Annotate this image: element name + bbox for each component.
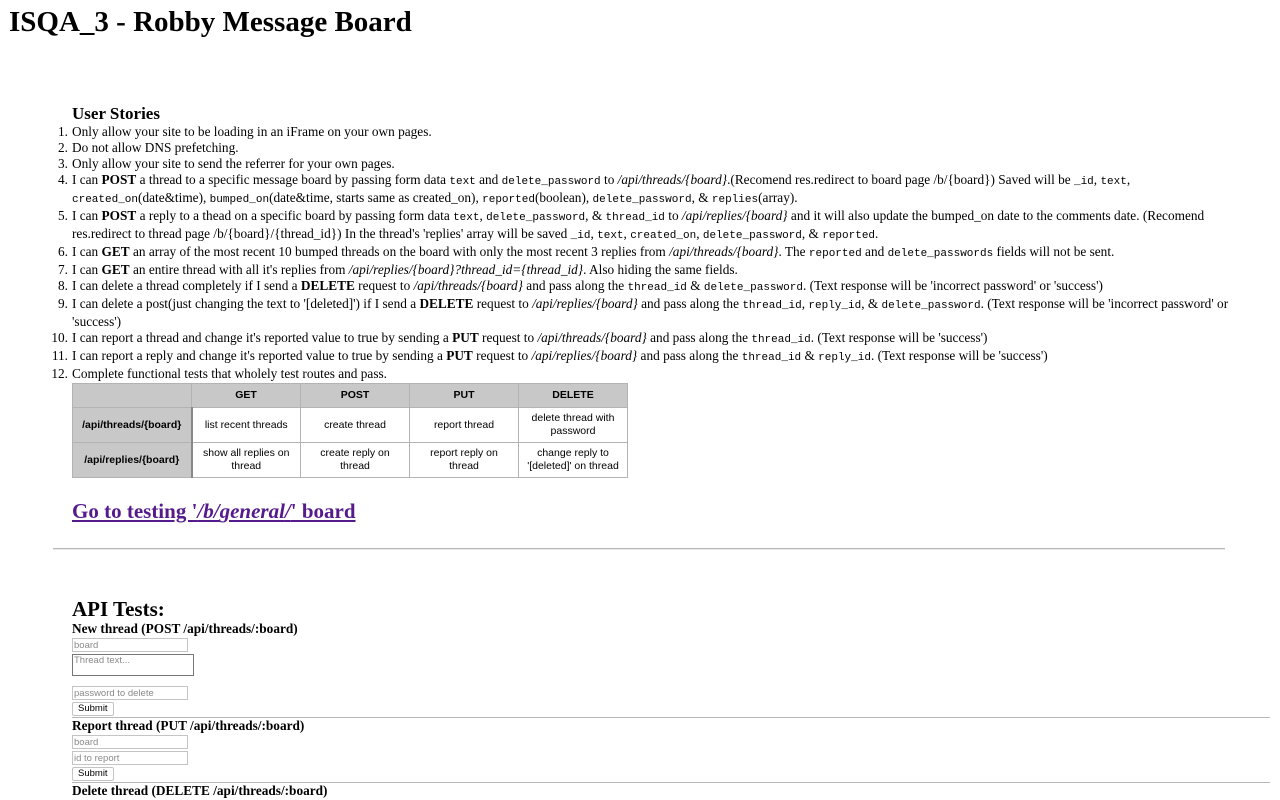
- report-thread-submit-button[interactable]: Submit: [72, 767, 114, 781]
- routes-table: GET POST PUT DELETE /api/threads/{board}…: [72, 383, 628, 478]
- routes-header-get: GET: [191, 383, 301, 408]
- route-delete-cell: delete thread with password: [518, 407, 628, 443]
- story-item: Do not allow DNS prefetching.: [38, 140, 239, 156]
- section-divider: [53, 548, 1225, 550]
- api-tests-section: API Tests: New thread (POST /api/threads…: [72, 597, 1280, 798]
- story-item: I can report a thread and change it's re…: [38, 330, 988, 346]
- delete-thread-title: Delete thread (DELETE /api/threads/:boar…: [72, 783, 328, 798]
- routes-header-put: PUT: [409, 383, 519, 408]
- route-put-cell: report thread: [409, 407, 519, 443]
- new-thread-title: New thread (POST /api/threads/:board): [72, 621, 298, 636]
- route-get-cell: list recent threads: [191, 407, 301, 443]
- new-thread-submit-button[interactable]: Submit: [72, 702, 114, 716]
- user-stories-section: User Stories Only allow your site to be …: [38, 104, 1242, 524]
- routes-header-post: POST: [300, 383, 410, 408]
- story-item: Only allow your site to be loading in an…: [38, 124, 432, 140]
- story-item: I can GET an array of the most recent 10…: [38, 244, 1115, 260]
- route-post-cell: create reply on thread: [300, 442, 410, 478]
- route-put-cell: report reply on thread: [409, 442, 519, 478]
- story-item: I can POST a reply to a thead on a speci…: [38, 208, 1205, 242]
- table-row: /api/replies/{board} show all replies on…: [72, 442, 628, 478]
- routes-header-delete: DELETE: [518, 383, 628, 408]
- report-thread-form: Report thread (PUT /api/threads/:board) …: [72, 718, 1280, 781]
- api-tests-heading: API Tests:: [72, 597, 165, 621]
- story-item: I can delete a thread completely if I se…: [38, 278, 1103, 294]
- new-thread-form: New thread (POST /api/threads/:board) Su…: [72, 621, 1280, 716]
- user-stories-heading: User Stories: [72, 104, 160, 123]
- story-item: I can report a reply and change it's rep…: [38, 348, 1048, 364]
- report-thread-title: Report thread (PUT /api/threads/:board): [72, 718, 305, 733]
- testing-board-link[interactable]: Go to testing '/b/general/' board: [72, 499, 356, 524]
- route-cell: /api/replies/{board}: [72, 442, 193, 478]
- routes-header-corner: [72, 383, 192, 408]
- route-cell: /api/threads/{board}: [72, 407, 193, 443]
- story-item: Only allow your site to send the referre…: [38, 156, 395, 172]
- delete-thread-form: Delete thread (DELETE /api/threads/:boar…: [72, 783, 1280, 798]
- route-delete-cell: change reply to '[deleted]' on thread: [518, 442, 628, 478]
- report-thread-id-input[interactable]: [72, 751, 188, 765]
- report-thread-board-input[interactable]: [72, 735, 188, 749]
- new-thread-text-input[interactable]: [72, 654, 194, 676]
- form-spacer: [72, 676, 1280, 684]
- story-item: Complete functional tests that wholely t…: [38, 366, 388, 382]
- new-thread-password-input[interactable]: [72, 686, 188, 700]
- story-item: I can delete a post(just changing the te…: [38, 296, 1229, 329]
- story-item: I can GET an entire thread with all it's…: [38, 262, 738, 278]
- page-title: ISQA_3 - Robby Message Board: [9, 6, 412, 38]
- route-get-cell: show all replies on thread: [191, 442, 301, 478]
- route-post-cell: create thread: [300, 407, 410, 443]
- user-stories-list: Only allow your site to be loading in an…: [38, 124, 1242, 382]
- story-item: I can POST a thread to a specific messag…: [38, 172, 1131, 206]
- new-thread-board-input[interactable]: [72, 638, 188, 652]
- table-row: /api/threads/{board} list recent threads…: [72, 407, 628, 443]
